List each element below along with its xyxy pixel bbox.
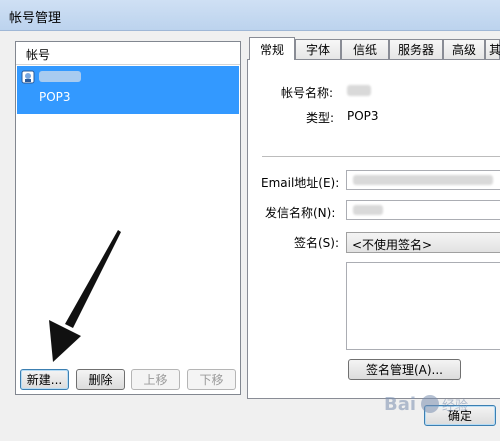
account-list-item[interactable]: POP3 [17, 66, 239, 114]
move-down-button[interactable]: 下移 [187, 369, 236, 390]
account-list-header: 帐号 [16, 42, 240, 65]
delete-account-button[interactable]: 删除 [76, 369, 125, 390]
signature-select[interactable]: <不使用签名> [346, 232, 500, 253]
account-name-redacted [39, 71, 81, 82]
svg-text:经验: 经验 [442, 398, 468, 414]
email-value-redacted [353, 175, 493, 185]
tab-general[interactable]: 常规 [249, 37, 295, 60]
window-title: 帐号管理 [9, 11, 62, 26]
account-name-value-redacted [347, 85, 371, 96]
baidu-watermark: Bai 经验 [382, 386, 482, 422]
account-type-label: POP3 [39, 90, 71, 104]
tab-other[interactable]: 其 [485, 39, 500, 59]
sender-name-value-redacted [353, 205, 383, 215]
signature-manage-button[interactable]: 签名管理(A)... [348, 359, 461, 380]
email-field[interactable] [346, 170, 500, 190]
baidu-logo-icon: Bai 经验 [384, 394, 468, 415]
tab-font[interactable]: 字体 [295, 39, 341, 59]
type-label: 类型: [306, 111, 335, 125]
account-name-label: 帐号名称: [281, 86, 334, 100]
type-value: POP3 [347, 109, 379, 123]
email-label: Email地址(E): [261, 176, 340, 190]
section-divider [262, 156, 500, 157]
move-up-button[interactable]: 上移 [131, 369, 180, 390]
signature-preview-area[interactable] [346, 262, 500, 350]
window-titlebar: 帐号管理 [0, 0, 500, 31]
signature-select-value: <不使用签名> [352, 238, 433, 252]
annotation-arrow-icon [49, 230, 121, 362]
sender-name-field[interactable] [346, 200, 500, 220]
account-icon [21, 70, 35, 84]
tab-server[interactable]: 服务器 [389, 39, 443, 59]
account-list-header-label: 帐号 [26, 48, 51, 62]
tab-stationery[interactable]: 信纸 [341, 39, 389, 59]
svg-text:Bai: Bai [384, 394, 416, 415]
new-account-button[interactable]: 新建... [20, 369, 69, 390]
sender-name-label: 发信名称(N): [265, 206, 336, 220]
signature-label: 签名(S): [294, 236, 340, 250]
tab-advanced[interactable]: 高级 [443, 39, 485, 59]
